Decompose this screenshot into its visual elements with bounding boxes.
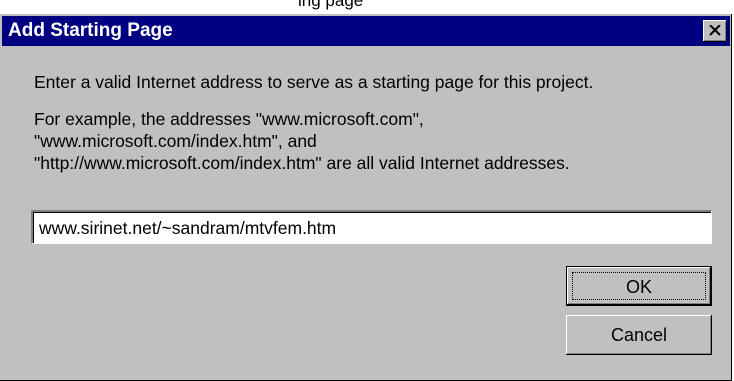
instruction-text: Enter a valid Internet address to serve …	[34, 72, 594, 92]
ok-button-label: OK	[625, 277, 652, 297]
cancel-button-label: Cancel	[610, 325, 668, 345]
close-button[interactable]	[703, 20, 727, 42]
dialog-titlebar[interactable]: Add Starting Page	[2, 16, 730, 46]
address-input-value[interactable]: www.sirinet.net/~sandram/mtvfem.htm	[39, 218, 336, 238]
dialog-title: Add Starting Page	[8, 20, 173, 41]
cancel-button[interactable]: Cancel	[566, 315, 712, 355]
add-starting-page-dialog: Add Starting Page Enter a valid Internet…	[0, 14, 732, 381]
example-text-line-2: "www.microsoft.com/index.htm", and	[34, 131, 317, 151]
example-text-line-3: "http://www.microsoft.com/index.htm" are…	[34, 153, 570, 173]
example-text-line-1: For example, the addresses "www.microsof…	[34, 109, 424, 129]
ok-button[interactable]: OK	[566, 266, 712, 306]
background-window-strip: ing page	[0, 0, 734, 14]
background-window-text: ing page	[298, 0, 364, 10]
address-input[interactable]: www.sirinet.net/~sandram/mtvfem.htm	[31, 210, 712, 244]
close-icon	[709, 25, 721, 36]
